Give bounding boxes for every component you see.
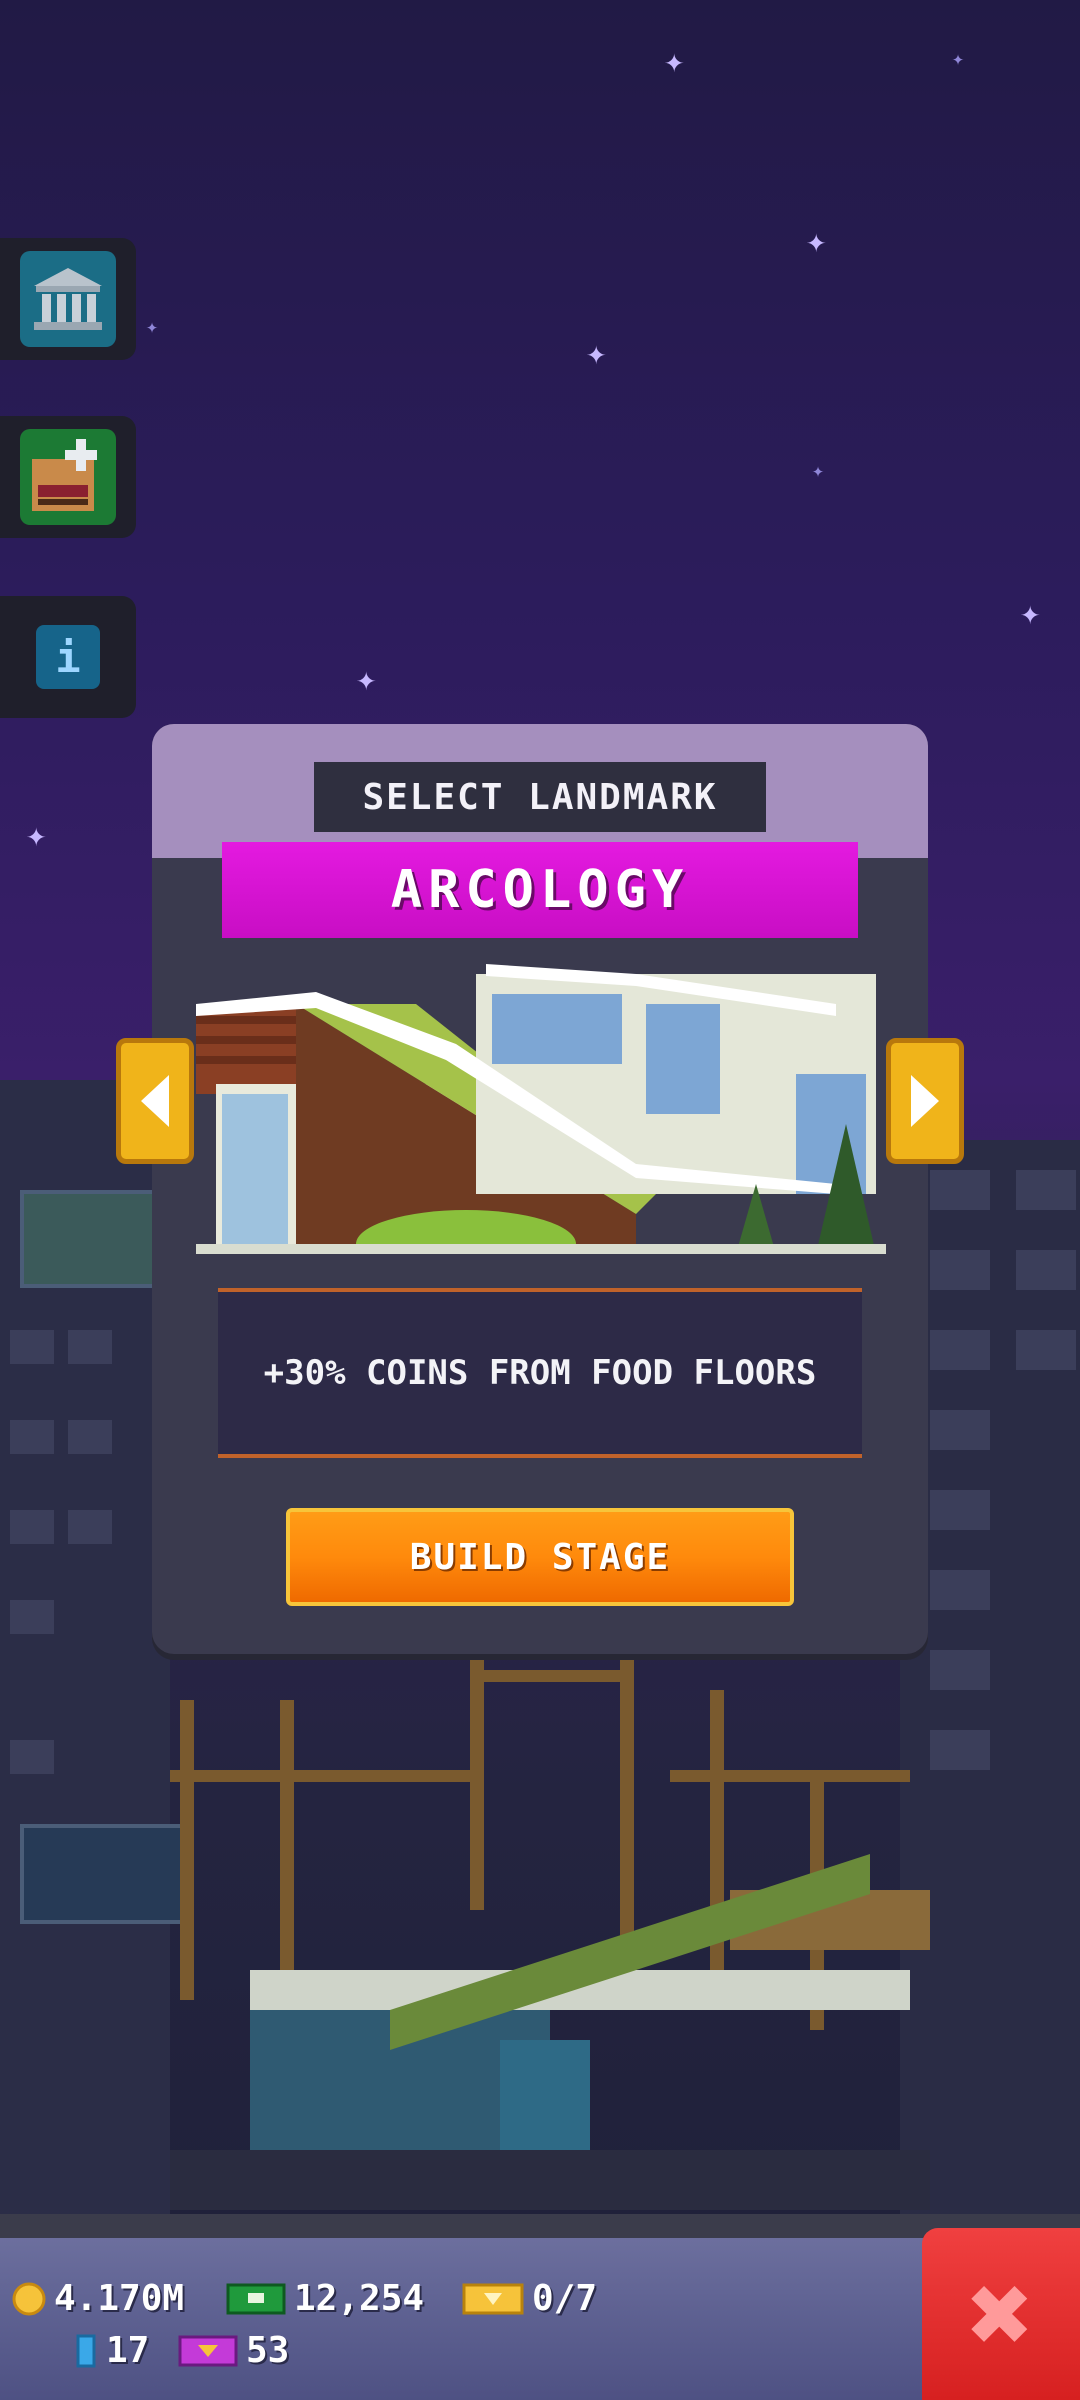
info-button[interactable]: i [0,596,136,718]
window [10,1510,54,1544]
bux-value: 12,254 [294,2278,425,2319]
gems-stat: 17 [74,2330,149,2371]
window [930,1330,990,1370]
build-floor-button[interactable] [0,416,136,538]
coin-icon [12,2282,46,2315]
bux-stat: 12,254 [226,2278,424,2319]
landmark-bonus-description: +30% COINS FROM FOOD FLOORS [218,1288,862,1458]
window [68,1510,112,1544]
food-billboard [20,1190,168,1288]
star-icon: ✦ [586,333,607,373]
star-icon: ✦ [812,458,825,482]
window [930,1730,990,1770]
star-icon: ✦ [356,659,377,699]
dialog-title: SELECT LANDMARK [314,762,766,832]
window [930,1410,990,1450]
window [68,1330,112,1364]
coins-value: 4.170M [54,2278,185,2319]
next-landmark-button[interactable] [886,1038,964,1164]
window [930,1250,990,1290]
previous-landmark-button[interactable] [116,1038,194,1164]
tickets-stat: 0/7 [462,2278,597,2319]
bank-button[interactable] [0,238,136,360]
close-icon: ✖ [967,2250,1035,2378]
arcology-landmark-image [196,964,886,1278]
window [930,1490,990,1530]
vip-value: 53 [246,2330,290,2371]
blueprint-plus-icon [20,429,116,525]
arrow-right-icon [911,1075,939,1127]
gem-icon [76,2334,96,2367]
star-icon: ✦ [952,46,965,70]
coins-stat: 4.170M [12,2278,184,2319]
star-icon: ✦ [806,221,827,261]
golden-ticket-icon [462,2283,524,2314]
tower-bux-icon [226,2283,286,2314]
ad-billboard [20,1824,188,1924]
star-icon: ✦ [664,41,685,81]
window [10,1740,54,1774]
close-button[interactable]: ✖ [922,2228,1080,2400]
star-icon: ✦ [146,314,159,338]
star-icon: ✦ [26,815,47,855]
info-icon: i [36,625,100,689]
window [930,1170,990,1210]
star-icon: ✦ [1020,593,1041,633]
vip-ticket-icon [178,2335,238,2366]
build-stage-button[interactable]: BUILD STAGE [286,1508,794,1606]
select-landmark-dialog: SELECT LANDMARK ARCOLOGY +30% COINS FROM… [152,724,928,1654]
vip-stat: 53 [178,2330,289,2371]
resource-bar [0,2238,1080,2400]
landmark-name: ARCOLOGY [222,842,858,938]
window [1016,1250,1076,1290]
arrow-left-icon [141,1075,169,1127]
window [1016,1170,1076,1210]
ground [0,2214,1080,2240]
window [1016,1330,1076,1370]
window [930,1650,990,1690]
bank-icon [20,251,116,347]
construction-site [170,1650,930,2210]
window [68,1420,112,1454]
gems-value: 17 [106,2330,150,2371]
tickets-value: 0/7 [532,2278,598,2319]
window [930,1570,990,1610]
window [10,1600,54,1634]
window [10,1420,54,1454]
window [10,1330,54,1364]
